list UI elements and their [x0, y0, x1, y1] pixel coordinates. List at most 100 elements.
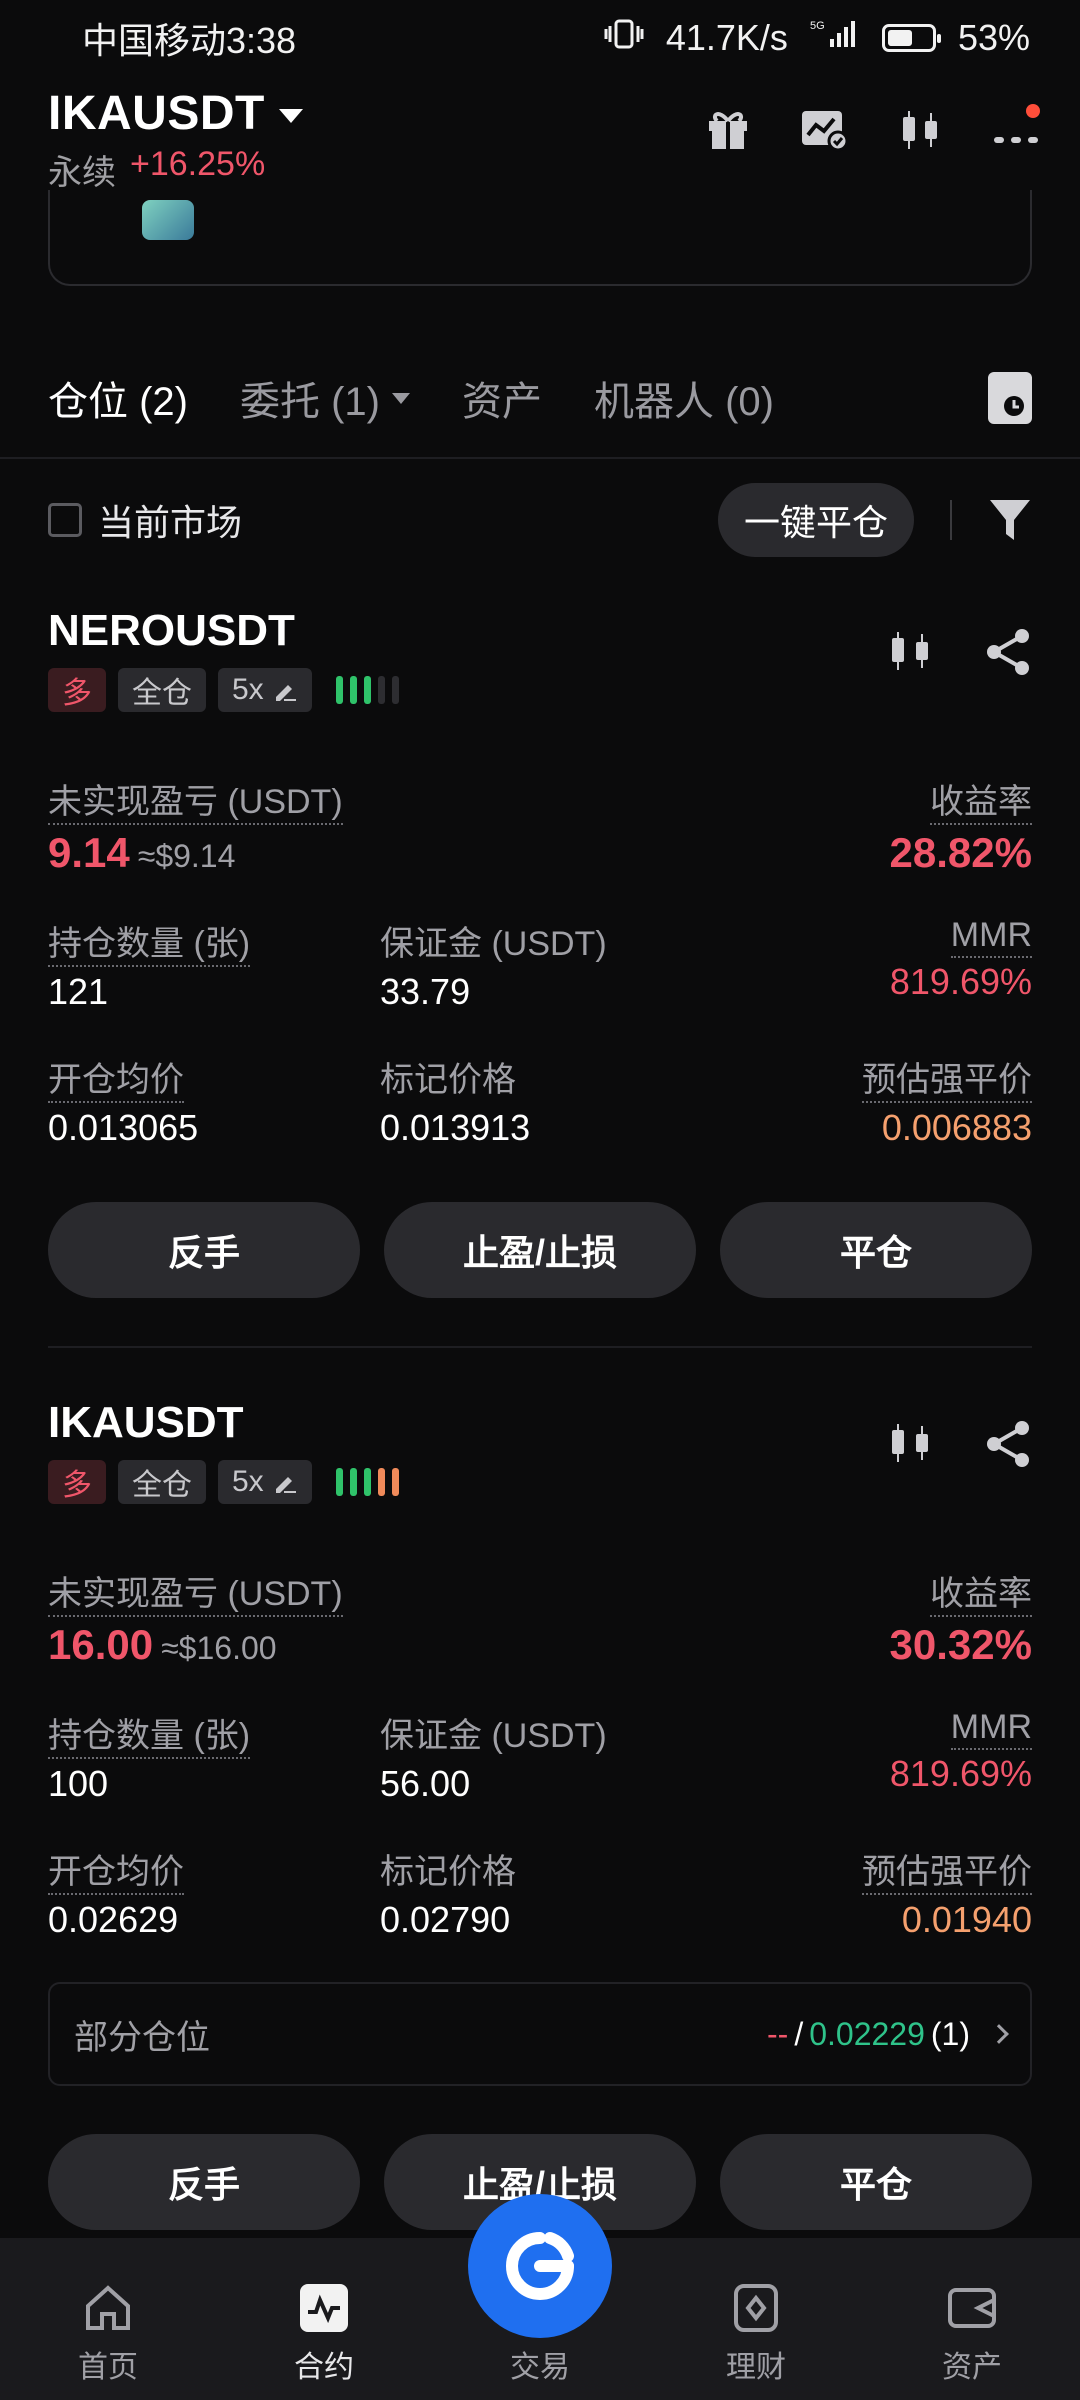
- candlestick-icon[interactable]: [896, 106, 944, 154]
- tp-sl-button[interactable]: 止盈/止损: [384, 1202, 696, 1298]
- leverage-badge[interactable]: 5x: [218, 668, 312, 712]
- close-position-button[interactable]: 平仓: [720, 1202, 1032, 1298]
- mmr-value: 819.69%: [889, 1753, 1032, 1794]
- header: IKAUSDT 永续 +16.25%: [48, 86, 1040, 196]
- entry-price-label[interactable]: 开仓均价: [48, 1853, 184, 1895]
- nav-earn[interactable]: 理财: [648, 2238, 864, 2400]
- banner-thumbnail: [142, 200, 194, 240]
- mmr-label[interactable]: MMR: [950, 1708, 1032, 1750]
- risk-level-bars: [335, 676, 399, 704]
- tab-bots[interactable]: 机器人 (0): [594, 369, 774, 427]
- trade-fab-button[interactable]: [468, 2194, 612, 2338]
- reverse-button[interactable]: 反手: [48, 1202, 360, 1298]
- status-bar: 中国移动3:38 41.7K/s 5G 53%: [0, 0, 1080, 76]
- margin-label: 保证金 (USDT): [380, 1717, 607, 1755]
- nav-label: 资产: [942, 2351, 1002, 2384]
- quantity-value: 121: [48, 971, 109, 1012]
- unrealized-pnl-value: 16.00: [48, 1621, 154, 1668]
- liq-price-label[interactable]: 预估强平价: [862, 1061, 1032, 1103]
- vertical-divider: [950, 500, 952, 540]
- entry-price-value: 0.013065: [48, 1107, 199, 1148]
- nav-label: 合约: [294, 2351, 354, 2384]
- nav-label: 理财: [726, 2351, 786, 2384]
- edit-icon: [275, 1477, 296, 1493]
- unrealized-pnl-usd: ≈$9.14: [137, 838, 236, 874]
- wallet-icon: [948, 2288, 996, 2328]
- nav-home[interactable]: 首页: [0, 2238, 216, 2400]
- close-all-button[interactable]: 一键平仓: [717, 483, 914, 557]
- candlestick-icon[interactable]: [888, 1420, 936, 1468]
- contract-type: 永续: [48, 154, 116, 192]
- mmr-value: 819.69%: [889, 961, 1032, 1002]
- banner-card[interactable]: [48, 190, 1032, 286]
- margin-label: 保证金 (USDT): [380, 925, 607, 963]
- tab-positions[interactable]: 仓位 (2): [48, 369, 188, 427]
- quantity-label[interactable]: 持仓数量 (张): [48, 925, 251, 967]
- edit-icon: [275, 685, 296, 701]
- caret-down-icon: [392, 392, 410, 404]
- svg-text:5G: 5G: [810, 20, 825, 32]
- partial-tp-value: --: [767, 2015, 789, 2052]
- partial-sl-value: 0.02229: [809, 2015, 925, 2052]
- chevron-right-icon: [989, 2024, 1009, 2044]
- position-symbol[interactable]: IKAUSDT: [48, 1398, 1032, 1448]
- filter-icon[interactable]: [988, 496, 1032, 544]
- mark-price-value: 0.013913: [380, 1107, 531, 1148]
- history-doc-icon[interactable]: [988, 372, 1032, 424]
- candlestick-icon[interactable]: [888, 628, 936, 676]
- quantity-label[interactable]: 持仓数量 (张): [48, 1717, 251, 1759]
- margin-value: 56.00: [380, 1763, 471, 1804]
- position-divider: [48, 1346, 1032, 1348]
- position-card: NEROUSDT 多 全仓 5x 未实现盈亏 (USDT) 9.14 ≈$9.14…: [48, 606, 1032, 1306]
- nav-assets[interactable]: 资产: [864, 2238, 1080, 2400]
- gift-icon[interactable]: [704, 106, 752, 154]
- trade-icon: [506, 2232, 574, 2300]
- position-tabs: 仓位 (2) 委托 (1) 资产 机器人 (0): [48, 360, 1032, 436]
- side-badge: 多: [48, 668, 106, 712]
- mark-price-label: 标记价格: [380, 1061, 516, 1099]
- tab-orders[interactable]: 委托 (1): [240, 369, 410, 427]
- reverse-button[interactable]: 反手: [48, 2134, 360, 2230]
- leverage-badge[interactable]: 5x: [218, 1460, 312, 1504]
- more-icon[interactable]: [992, 104, 1040, 154]
- margin-mode-badge: 全仓: [118, 668, 206, 712]
- position-symbol[interactable]: NEROUSDT: [48, 606, 1032, 656]
- mark-price-label: 标记价格: [380, 1853, 516, 1891]
- carrier-time: 中国移动3:38: [82, 20, 297, 61]
- partial-position-row[interactable]: 部分仓位 -- / 0.02229 (1): [48, 1982, 1032, 2086]
- earn-icon: [734, 2284, 778, 2332]
- caret-down-icon: [278, 108, 303, 123]
- tab-assets[interactable]: 资产: [462, 369, 542, 427]
- share-icon[interactable]: [984, 628, 1032, 676]
- entry-price-value: 0.02629: [48, 1899, 179, 1940]
- position-card: IKAUSDT 多 全仓 5x 未实现盈亏 (USDT) 16.00 ≈$16.0…: [48, 1398, 1032, 2238]
- symbol-name: IKAUSDT: [48, 87, 265, 140]
- vibrate-icon: [604, 17, 644, 60]
- unrealized-pnl-label[interactable]: 未实现盈亏 (USDT): [48, 783, 343, 825]
- network-speed: 41.7K/s: [665, 17, 788, 58]
- roe-value: 28.82%: [889, 829, 1032, 876]
- close-position-button[interactable]: 平仓: [720, 2134, 1032, 2230]
- nav-label: 交易: [510, 2351, 570, 2384]
- price-change: +16.25%: [130, 145, 266, 183]
- mark-price-value: 0.02790: [380, 1899, 511, 1940]
- roe-label[interactable]: 收益率: [930, 1575, 1032, 1617]
- battery-percent: 53%: [957, 17, 1030, 58]
- unrealized-pnl-label[interactable]: 未实现盈亏 (USDT): [48, 1575, 343, 1617]
- risk-level-bars: [335, 1468, 399, 1496]
- share-icon[interactable]: [984, 1420, 1032, 1468]
- roe-label[interactable]: 收益率: [930, 783, 1032, 825]
- partial-separator: /: [794, 2015, 804, 2052]
- quantity-value: 100: [48, 1763, 109, 1804]
- home-icon: [86, 2285, 130, 2330]
- nav-futures[interactable]: 合约: [216, 2238, 432, 2400]
- liq-price-label[interactable]: 预估强平价: [862, 1853, 1032, 1895]
- unrealized-pnl-usd: ≈$16.00: [161, 1630, 277, 1666]
- mmr-label[interactable]: MMR: [950, 916, 1032, 958]
- entry-price-label[interactable]: 开仓均价: [48, 1061, 184, 1103]
- battery-icon: [881, 24, 941, 52]
- partial-position-label: 部分仓位: [74, 2018, 210, 2057]
- chart-check-icon[interactable]: [800, 106, 848, 154]
- current-market-checkbox[interactable]: [48, 503, 82, 537]
- signal-icon: 5G: [810, 17, 860, 60]
